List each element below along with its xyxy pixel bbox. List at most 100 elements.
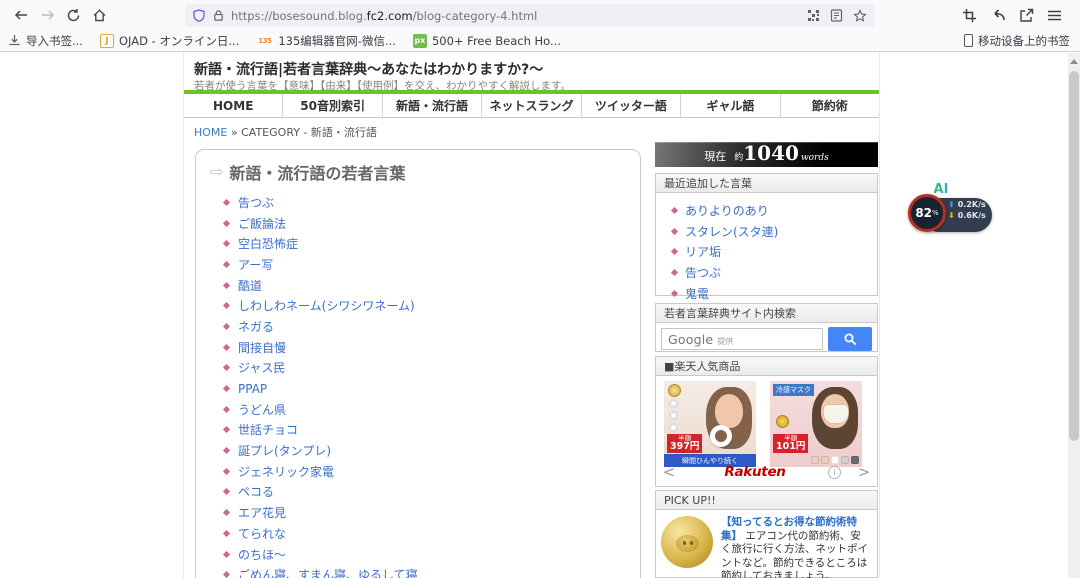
carousel-prev-icon[interactable]: < xyxy=(656,463,682,481)
word-link[interactable]: ネガる xyxy=(238,318,274,335)
mobile-bookmarks[interactable]: 移动设备上的书签 xyxy=(964,33,1070,49)
word-link[interactable]: 世話チョコ xyxy=(238,421,298,438)
word-link[interactable]: ジェネリック家電 xyxy=(238,463,334,480)
recent-word-link[interactable]: リア垢 xyxy=(685,243,721,260)
bullet-icon xyxy=(223,323,230,330)
word-link[interactable]: 誕プレ(タンプレ) xyxy=(238,442,331,459)
bullet-icon xyxy=(671,290,678,297)
info-icon[interactable]: i xyxy=(828,466,841,479)
bookmark-ojad[interactable]: J OJAD - オンライン日... xyxy=(100,33,239,49)
back-icon[interactable] xyxy=(8,3,34,27)
recent-word-link[interactable]: 鬼電 xyxy=(685,285,709,302)
product-label: 冷感マスク xyxy=(773,384,814,396)
bookmarks-bar: 导入书签... J OJAD - オンライン日... 135 135编辑器官网-… xyxy=(0,30,1080,51)
word-link[interactable]: しわしわネーム(シワシワネーム) xyxy=(238,297,415,314)
ai-speed-widget[interactable]: AI 82% ⬆0.2K/s ⬇0.6K/s xyxy=(908,182,994,197)
qr-scan-icon[interactable] xyxy=(807,9,820,22)
bullet-icon xyxy=(223,571,230,578)
pickup-header: PICK UP!! xyxy=(656,491,877,510)
bookmark-pexels[interactable]: px 500+ Free Beach Ho... xyxy=(413,34,561,48)
product-card-cool-mask[interactable]: 冷感マスク 半額 101円 xyxy=(770,381,862,467)
word-link[interactable]: アー写 xyxy=(238,256,273,273)
menu-hamburger-icon[interactable] xyxy=(1047,9,1062,22)
word-list: 告つぶ ご飯論法 空白恐怖症 xyxy=(224,192,630,578)
rakuten-logo[interactable]: Rakuten xyxy=(682,464,828,480)
recent-word-link[interactable]: 告つぶ xyxy=(685,264,721,281)
word-link[interactable]: 空白恐怖症 xyxy=(238,235,298,252)
product-card-cooling-ring[interactable]: 半額 397円 瞬間ひんやり続く xyxy=(664,381,756,467)
browser-chrome: https://bosesound.blog.fc2.com/blog-cate… xyxy=(0,0,1080,52)
word-link[interactable]: ペコる xyxy=(238,483,274,500)
bookmark-135editor[interactable]: 135 135编辑器官网-微信... xyxy=(256,33,396,49)
import-bookmarks-icon xyxy=(8,34,21,47)
breadcrumb-home-link[interactable]: HOME xyxy=(194,126,227,139)
page-scrollbar[interactable] xyxy=(1068,53,1080,578)
word-link[interactable]: 告つぶ xyxy=(238,194,274,211)
scroll-up-icon[interactable] xyxy=(1070,59,1078,64)
lock-icon[interactable] xyxy=(212,9,225,22)
bullet-icon xyxy=(223,447,230,454)
reader-view-icon[interactable] xyxy=(830,9,843,22)
search-input[interactable]: Google 提供 xyxy=(661,328,823,350)
rakuten-header: ■楽天人気商品 xyxy=(656,357,877,376)
word-link[interactable]: 間接自慢 xyxy=(238,339,286,356)
bullet-icon xyxy=(671,227,678,234)
recent-word-item: 鬼電 xyxy=(672,283,877,304)
scrollbar-thumb[interactable] xyxy=(1069,71,1079,441)
upload-speed: 0.2K/s xyxy=(958,200,986,209)
recent-word-link[interactable]: ありよりのあり xyxy=(685,202,769,219)
recent-word-item: リア垢 xyxy=(672,241,877,262)
word-link[interactable]: 酷道 xyxy=(238,277,262,294)
recent-word-link[interactable]: スタレン(スタ連) xyxy=(685,223,778,240)
word-link[interactable]: のちほ〜 xyxy=(238,546,286,563)
word-list-item: しわしわネーム(シワシワネーム) xyxy=(224,295,630,316)
url-bar[interactable]: https://bosesound.blog.fc2.com/blog-cate… xyxy=(185,4,875,27)
nav-item[interactable]: ツイッター語 xyxy=(582,94,681,117)
share-icon[interactable] xyxy=(1019,8,1034,23)
reply-arrow-icon[interactable] xyxy=(990,8,1006,22)
arrow-right-icon: ⇨ xyxy=(210,164,223,180)
bullet-icon xyxy=(223,364,230,371)
nav-item[interactable]: ギャル語 xyxy=(681,94,780,117)
breadcrumb-separator: » xyxy=(231,126,238,139)
browser-toolbar: https://bosesound.blog.fc2.com/blog-cate… xyxy=(0,0,1080,30)
forward-icon[interactable] xyxy=(34,3,60,27)
screenshot-crop-icon[interactable] xyxy=(962,8,977,23)
tracking-shield-icon[interactable] xyxy=(193,9,205,22)
upload-arrow-icon: ⬆ xyxy=(948,200,955,209)
breadcrumb: HOME » CATEGORY - 新語・流行語 xyxy=(194,124,377,140)
word-link[interactable]: てられな xyxy=(238,525,286,542)
nav-item[interactable]: 節約術 xyxy=(781,94,879,117)
google-logo: Google xyxy=(668,332,713,347)
carousel-next-icon[interactable]: > xyxy=(851,463,877,481)
bookmark-star-icon[interactable] xyxy=(853,9,867,23)
word-link[interactable]: ご飯論法 xyxy=(238,215,286,232)
bullet-icon xyxy=(223,468,230,475)
recent-words-header: 最近追加した言葉 xyxy=(656,174,877,193)
content-column: 新語・流行語|若者言葉辞典〜あなたはわかりますか?〜 若者が使う言葉を【意味】【… xyxy=(183,52,880,578)
nav-item[interactable]: 50音別索引 xyxy=(283,94,382,117)
search-button[interactable] xyxy=(828,327,872,351)
bookmark-label: 导入书签... xyxy=(26,33,83,49)
word-list-item: てられな xyxy=(224,523,630,544)
word-list-item: 誕プレ(タンプレ) xyxy=(224,440,630,461)
pickup-text: 【知ってるとお得な節約術特集】 エアコン代の節約術、安く旅行に行く方法、ネットポ… xyxy=(721,516,871,578)
nav-item[interactable]: ネットスラング xyxy=(482,94,581,117)
word-list-item: 告つぶ xyxy=(224,192,630,213)
135editor-favicon: 135 xyxy=(256,34,273,48)
bullet-icon xyxy=(223,426,230,433)
download-arrow-icon: ⬇ xyxy=(948,211,955,220)
pexels-favicon: px xyxy=(413,34,427,48)
word-link[interactable]: ごめん寝、すまん寝、ゆるして寝 xyxy=(238,566,418,578)
bookmark-import[interactable]: 导入书签... xyxy=(8,33,83,49)
pickup-box: PICK UP!! 【知ってるとお得な節約術特集】 エアコン代の節約術、安く旅行… xyxy=(655,490,878,578)
word-link[interactable]: うどん県 xyxy=(238,401,286,418)
reload-icon[interactable] xyxy=(60,3,86,27)
home-icon[interactable] xyxy=(86,3,112,27)
word-link[interactable]: PPAP xyxy=(238,382,267,396)
category-title: 新語・流行語の若者言葉 xyxy=(229,160,405,184)
nav-item[interactable]: HOME xyxy=(184,94,283,117)
word-link[interactable]: ジャス民 xyxy=(238,359,285,376)
nav-item[interactable]: 新語・流行語 xyxy=(383,94,482,117)
word-link[interactable]: エア花見 xyxy=(238,504,286,521)
